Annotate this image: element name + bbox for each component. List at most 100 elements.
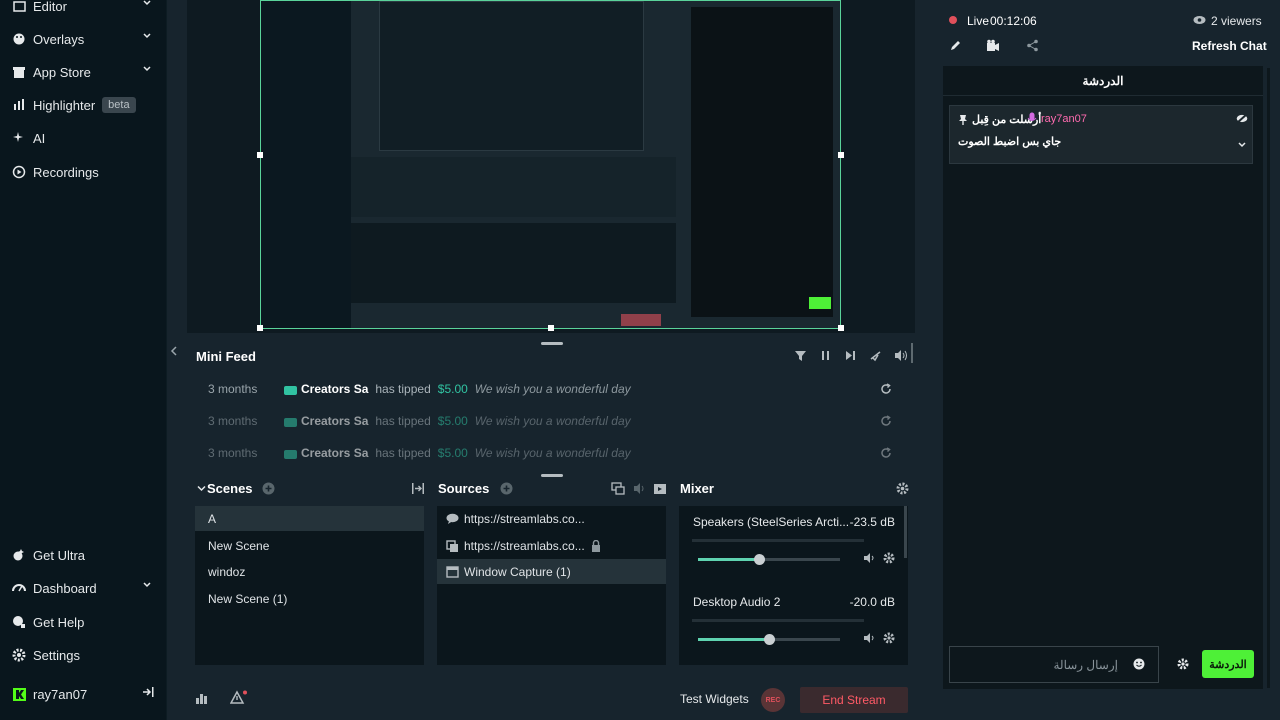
sidebar-item-app-store[interactable]: App Store (12, 62, 151, 82)
feed-row: 3 months Creators Sa has tipped $5.00 We… (195, 406, 904, 436)
source-item[interactable]: Window Capture (1) (437, 559, 666, 584)
user-profile[interactable]: ray7an07 (12, 684, 154, 704)
volume-meter (692, 619, 864, 622)
feed-user[interactable]: Creators Sa (301, 414, 368, 428)
emoji-icon[interactable] (1133, 658, 1145, 670)
source-item[interactable]: https://streamlabs.co... (437, 533, 666, 558)
filter-icon[interactable] (794, 349, 807, 362)
kick-logo-icon (12, 687, 26, 701)
unpin-icon[interactable] (1236, 113, 1248, 124)
chevron-down-icon[interactable] (142, 580, 152, 590)
skip-icon[interactable] (844, 349, 857, 362)
sidebar-item-get-ultra[interactable]: Get Ultra (12, 545, 85, 565)
source-group-icon[interactable] (611, 482, 625, 495)
chevron-down-icon[interactable] (142, 64, 152, 74)
preview-capture (260, 0, 841, 329)
sidebar-item-settings[interactable]: Settings (12, 645, 80, 665)
sidebar-item-label: Settings (33, 647, 80, 663)
dashboard-icon (12, 581, 26, 595)
add-source-icon[interactable] (500, 482, 513, 495)
mini-feed: Mini Feed 3 months Creators Sa has tippe… (187, 343, 915, 468)
chat-scrollbar[interactable] (1267, 68, 1270, 688)
editor-icon (12, 0, 26, 13)
feed-user[interactable]: Creators Sa (301, 446, 368, 460)
sidebar-item-label: App Store (33, 64, 91, 80)
chat-message-input[interactable]: إرسال رسالة (949, 646, 1159, 683)
media-folder-icon[interactable] (653, 482, 667, 495)
chat-source-icon (446, 513, 459, 525)
sparkle-icon (12, 131, 26, 145)
volume-meter (692, 539, 864, 542)
record-button[interactable]: REC (761, 688, 785, 712)
chevron-down-icon[interactable] (142, 0, 152, 8)
mute-alerts-icon[interactable] (869, 349, 882, 362)
volume-icon[interactable] (863, 552, 876, 564)
chevron-down-icon[interactable] (1237, 140, 1247, 150)
sidebar-item-highlighter[interactable]: Highlighter beta (12, 95, 136, 115)
resize-handle[interactable] (541, 474, 563, 477)
volume-slider[interactable] (698, 554, 840, 565)
slider-fill (698, 638, 769, 641)
pause-icon[interactable] (819, 349, 832, 362)
performance-alert-icon[interactable] (230, 690, 248, 705)
scene-item[interactable]: A (195, 506, 424, 531)
slider-knob[interactable] (754, 554, 766, 565)
username: ray7an07 (33, 686, 88, 702)
chat-settings-icon[interactable] (1177, 658, 1189, 670)
scene-item[interactable]: New Scene (1) (195, 586, 424, 611)
feed-user[interactable]: Creators Sa (301, 382, 368, 396)
gear-icon[interactable] (896, 482, 909, 495)
collapse-icon[interactable] (197, 484, 206, 493)
record-icon (12, 165, 26, 179)
collapse-sidebar-icon[interactable] (169, 345, 179, 357)
slider-fill (698, 558, 760, 561)
share-icon[interactable] (1026, 39, 1039, 52)
audio-source-icon[interactable] (632, 482, 646, 495)
gear-icon[interactable] (883, 632, 895, 644)
gear-icon[interactable] (883, 552, 895, 564)
logout-icon[interactable] (142, 686, 154, 698)
source-label: Window Capture (1) (464, 564, 571, 579)
source-item[interactable]: https://streamlabs.co... (437, 506, 666, 531)
replay-icon[interactable] (880, 447, 892, 459)
live-dot (949, 16, 957, 24)
tip-icon (284, 448, 297, 459)
feed-message: We wish you a wonderful day (474, 382, 631, 396)
mixer-title: Mixer (680, 481, 714, 496)
camera-icon[interactable] (986, 39, 1000, 52)
sidebar-item-label: Get Ultra (33, 547, 86, 563)
feed-amount: $5.00 (437, 382, 468, 396)
mixer-channel-name: Desktop Audio 2 (693, 595, 781, 609)
volume-icon[interactable] (894, 349, 908, 362)
scene-item[interactable]: New Scene (195, 533, 424, 558)
feed-row: 3 months Creators Sa has tipped $5.00 We… (195, 374, 904, 404)
eye-icon (1193, 15, 1206, 25)
sidebar-item-dashboard[interactable]: Dashboard (12, 578, 151, 598)
highlighter-icon (12, 98, 26, 112)
stats-icon[interactable] (195, 692, 208, 705)
lock-icon[interactable] (591, 539, 601, 552)
chevron-down-icon[interactable] (142, 31, 152, 41)
add-scene-icon[interactable] (262, 482, 275, 495)
sidebar-item-overlays[interactable]: Overlays (12, 29, 151, 49)
end-stream-button[interactable]: End Stream (800, 687, 908, 713)
pinned-user[interactable]: ray7an07 (1041, 113, 1087, 125)
test-widgets-button[interactable]: Test Widgets (680, 692, 749, 706)
scene-item[interactable]: windoz (195, 559, 424, 584)
chat-send-button[interactable]: الدردشة (1202, 650, 1254, 678)
live-label: Live (967, 14, 990, 28)
sidebar-item-recordings[interactable]: Recordings (12, 162, 99, 182)
replay-icon[interactable] (880, 415, 892, 427)
volume-icon[interactable] (863, 632, 876, 644)
volume-slider[interactable] (698, 634, 840, 645)
tip-icon (284, 416, 297, 427)
replay-icon[interactable] (880, 383, 892, 395)
sidebar-item-get-help[interactable]: Get Help (12, 612, 84, 632)
refresh-chat-button[interactable]: Refresh Chat (1192, 39, 1267, 53)
edit-icon[interactable] (949, 39, 962, 52)
slider-knob[interactable] (764, 634, 775, 645)
scene-transitions-icon[interactable] (411, 482, 425, 495)
stream-preview[interactable] (187, 0, 915, 333)
sidebar-item-editor[interactable]: Editor (12, 0, 151, 16)
sidebar-item-ai[interactable]: AI (12, 128, 45, 148)
